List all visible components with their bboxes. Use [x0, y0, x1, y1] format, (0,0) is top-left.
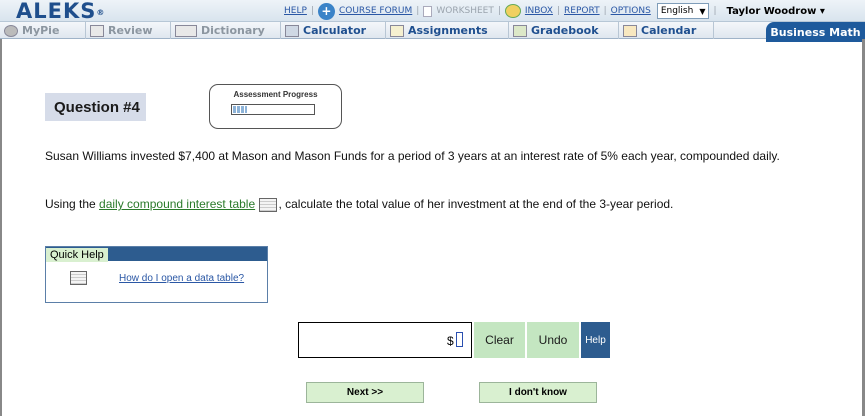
inbox-link[interactable]: INBOX — [525, 6, 553, 16]
tab-label: Gradebook — [531, 24, 599, 37]
tab-review: Review — [86, 22, 171, 39]
tab-label: Calendar — [641, 24, 697, 37]
progress-fill — [233, 106, 247, 113]
tab-label: Calculator — [303, 24, 367, 37]
data-table-icon[interactable] — [70, 271, 87, 285]
answer-cursor-box[interactable] — [456, 332, 463, 347]
clear-button[interactable]: Clear — [474, 322, 525, 358]
user-menu[interactable]: Taylor Woodrow ▾ — [727, 6, 825, 17]
answer-input[interactable]: $ — [298, 322, 472, 358]
instruction-prefix: Using the — [45, 197, 100, 211]
pencil-icon — [390, 24, 404, 37]
tab-calculator[interactable]: Calculator — [281, 22, 386, 39]
language-select[interactable]: English ▼ — [656, 3, 710, 19]
progress-bar — [231, 104, 315, 115]
data-table-icon[interactable] — [259, 197, 278, 212]
assessment-progress: Assessment Progress — [209, 84, 342, 129]
help-button[interactable]: Help — [581, 322, 610, 358]
tab-assignments[interactable]: Assignments — [386, 22, 509, 39]
forum-icon[interactable]: + — [317, 2, 335, 20]
tab-mypie: MyPie — [0, 22, 86, 39]
quick-help-title: Quick Help — [46, 248, 108, 262]
calculator-icon — [285, 24, 299, 37]
separator: | — [713, 6, 717, 16]
separator: | — [603, 6, 607, 16]
separator: | — [416, 6, 420, 16]
quick-help-header: Quick Help — [46, 247, 267, 262]
check-icon — [90, 24, 104, 37]
question-text: Susan Williams invested $7,400 at Mason … — [45, 149, 780, 163]
tab-label: MyPie — [22, 24, 60, 37]
progress-label: Assessment Progress — [233, 90, 318, 99]
left-frame — [0, 39, 2, 416]
report-link[interactable]: REPORT — [564, 6, 600, 16]
compound-interest-table-link[interactable]: daily compound interest table — [99, 197, 255, 211]
calendar-icon — [623, 24, 637, 37]
aleks-logo: ALEKS® — [16, 0, 106, 23]
tab-gradebook[interactable]: Gradebook — [509, 22, 619, 39]
separator: | — [497, 6, 501, 16]
separator: | — [310, 6, 314, 16]
question-instruction: Using the daily compound interest table … — [45, 197, 855, 212]
chevron-down-icon: ▼ — [699, 6, 706, 16]
top-bar: ALEKS® HELP | + COURSE FORUM | WORKSHEET… — [0, 0, 865, 22]
worksheet-link: WORKSHEET — [436, 6, 494, 16]
tab-calendar[interactable]: Calendar — [619, 22, 714, 39]
inbox-icon[interactable] — [504, 4, 521, 18]
worksheet-icon — [423, 5, 433, 17]
undo-button[interactable]: Undo — [527, 322, 579, 358]
book-icon — [175, 24, 197, 37]
options-link[interactable]: OPTIONS — [611, 6, 651, 16]
tab-label: Review — [108, 24, 153, 37]
quick-help-panel: Quick Help How do I open a data table? — [45, 246, 268, 303]
help-link[interactable]: HELP — [284, 6, 307, 16]
quick-help-body: How do I open a data table? — [46, 261, 267, 285]
next-button[interactable]: Next >> — [306, 382, 424, 403]
separator: | — [556, 6, 561, 16]
currency-symbol: $ — [447, 334, 454, 348]
question-title: Question #4 — [45, 93, 146, 121]
course-forum-link[interactable]: COURSE FORUM — [339, 6, 412, 16]
quick-help-link[interactable]: How do I open a data table? — [119, 273, 244, 284]
instruction-suffix: , calculate the total value of her inves… — [278, 197, 674, 211]
pie-icon — [4, 24, 18, 37]
top-links: HELP | + COURSE FORUM | WORKSHEET | INBO… — [284, 0, 825, 22]
language-value: English — [660, 6, 694, 16]
tab-dictionary: Dictionary — [171, 22, 281, 39]
tab-label: Assignments — [408, 24, 488, 37]
dont-know-button[interactable]: I don't know — [479, 382, 597, 403]
tab-label: Dictionary — [201, 24, 265, 37]
course-tab[interactable]: Business Math — [766, 22, 865, 42]
tab-bar: MyPie Review Dictionary Calculator Assig… — [0, 22, 865, 39]
gradebook-icon — [513, 24, 527, 37]
